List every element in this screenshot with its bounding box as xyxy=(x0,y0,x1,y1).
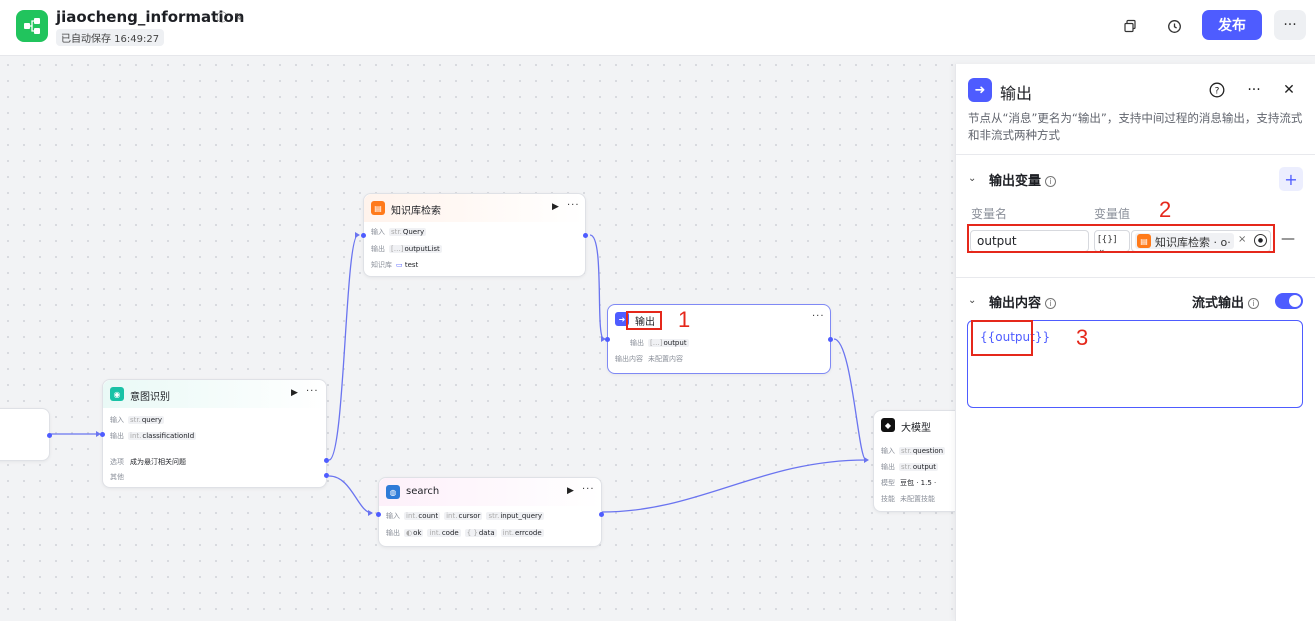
app-logo xyxy=(16,10,48,42)
help-icon[interactable]: ? xyxy=(1207,80,1227,100)
remove-variable-button[interactable]: — xyxy=(1281,231,1295,247)
input-handle[interactable] xyxy=(361,233,366,238)
intent-node[interactable]: ◉ 意图识别 ▶ ··· 输入 str.query 输出 int.classific… xyxy=(100,379,329,488)
stream-output-toggle[interactable] xyxy=(1275,293,1303,309)
annotation-box-1 xyxy=(626,311,662,330)
node-title: 意图识别 xyxy=(130,392,170,403)
output-handle[interactable] xyxy=(599,512,604,517)
input-handle[interactable] xyxy=(605,337,610,342)
other-handle[interactable] xyxy=(324,473,329,478)
column-var-value: 变量值 xyxy=(1094,207,1131,221)
node-title: 大模型 xyxy=(901,423,931,434)
column-var-name: 变量名 xyxy=(971,207,1008,221)
run-icon[interactable]: ▶ xyxy=(567,486,574,496)
search-icon: ◍ xyxy=(386,485,400,499)
info-icon: i xyxy=(1045,176,1057,187)
svg-text:?: ? xyxy=(1215,87,1220,97)
search-plugin-node[interactable]: ◍ search ▶ ··· 输入 int.count int.cursor str.… xyxy=(376,477,604,547)
info-icon[interactable]: ⓘ xyxy=(215,10,229,24)
section-output-vars[interactable]: 输出变量 i xyxy=(989,170,1057,189)
info-icon: i xyxy=(1248,298,1260,309)
start-node[interactable] xyxy=(0,408,52,461)
workflow-icon xyxy=(24,18,40,34)
history-icon[interactable] xyxy=(1160,14,1188,38)
more-options-button[interactable]: ··· xyxy=(1274,10,1306,40)
edge-knowledge-output xyxy=(589,234,605,340)
llm-node[interactable]: ◆ 大模型 输入 str.question 输出 str.output 模型 豆包 ·… xyxy=(873,410,955,512)
annotation-box-3 xyxy=(971,320,1033,356)
annotation-number-2: 2 xyxy=(1159,197,1172,222)
node-more-icon[interactable]: ··· xyxy=(582,484,595,495)
annotation-number-1: 1 xyxy=(678,307,691,332)
close-icon[interactable]: ✕ xyxy=(1279,80,1299,100)
copy-icon[interactable] xyxy=(1116,14,1144,38)
edge-search-llm xyxy=(601,459,867,513)
edge-intent-knowledge xyxy=(328,234,359,461)
collapse-chevron-icon[interactable]: ⌄ xyxy=(968,295,976,306)
autosave-status: 已自动保存 16:49:27 xyxy=(56,29,165,46)
edge-output-llm xyxy=(833,338,867,461)
run-icon[interactable]: ▶ xyxy=(552,202,559,212)
node-title: search xyxy=(406,486,440,497)
workflow-canvas[interactable]: ▤ 知识库检索 ▶ ··· 输入 str.Query 输出 […]outputLis… xyxy=(0,57,955,621)
output-handle[interactable] xyxy=(583,233,588,238)
add-variable-button[interactable]: + xyxy=(1279,167,1303,191)
run-icon[interactable]: ▶ xyxy=(291,388,298,398)
start-output-handle[interactable] xyxy=(47,433,52,438)
output-icon: ➜ xyxy=(968,78,992,102)
knowledge-search-node[interactable]: ▤ 知识库检索 ▶ ··· 输入 str.Query 输出 […]outputLis… xyxy=(361,193,588,277)
annotation-number-3: 3 xyxy=(1076,325,1089,350)
edge-intent-search xyxy=(328,475,373,514)
panel-description: 节点从“消息”更名为“输出”，支持中间过程的消息输出，支持流式和非流式两种方式 xyxy=(968,111,1303,142)
output-handle[interactable] xyxy=(828,337,833,342)
node-more-icon[interactable]: ··· xyxy=(306,386,319,397)
node-more-icon[interactable]: ··· xyxy=(567,200,580,211)
knowledge-icon: ▤ xyxy=(371,201,385,215)
llm-icon: ◆ xyxy=(881,418,895,432)
input-handle[interactable] xyxy=(100,432,105,437)
intent-icon: ◉ xyxy=(110,387,124,401)
node-more-icon[interactable]: ··· xyxy=(812,311,825,322)
annotation-box-2 xyxy=(967,224,1275,253)
option-handle[interactable] xyxy=(324,458,329,463)
kb-icon: ▭ xyxy=(396,261,403,269)
collapse-chevron-icon[interactable]: ⌄ xyxy=(968,173,976,184)
publish-button[interactable]: 发布 xyxy=(1202,10,1262,40)
more-icon[interactable]: ··· xyxy=(1244,80,1264,100)
edit-icon[interactable]: ✎ xyxy=(232,10,246,24)
top-bar: jiaocheng_information ⓘ ✎ 已自动保存 16:49:27… xyxy=(0,0,1315,56)
panel-title: 输出 xyxy=(1000,84,1033,103)
section-output-content[interactable]: 输出内容 i xyxy=(989,292,1057,311)
info-icon: i xyxy=(1045,298,1057,309)
stream-output-label: 流式输出 i xyxy=(1192,292,1260,311)
node-title: 知识库检索 xyxy=(391,206,441,217)
input-handle[interactable] xyxy=(376,512,381,517)
